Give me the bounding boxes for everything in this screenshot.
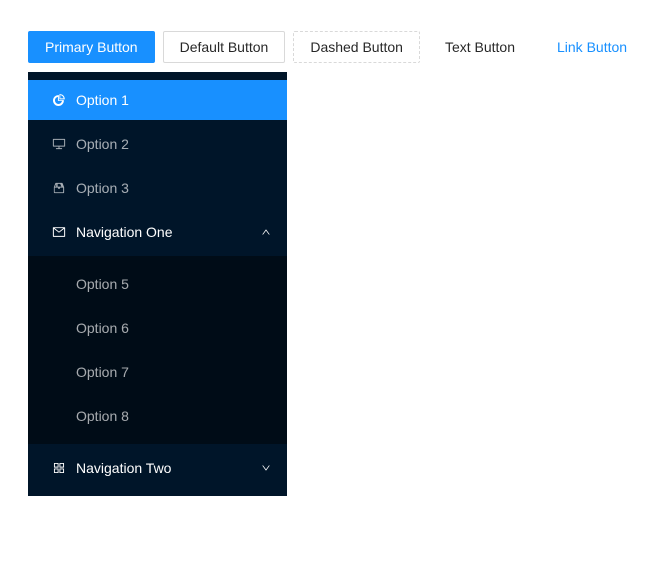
menu-item-label: Option 3 bbox=[76, 180, 129, 196]
pie-chart-icon bbox=[52, 93, 66, 107]
dashed-button[interactable]: Dashed Button bbox=[293, 31, 420, 63]
mail-icon bbox=[52, 225, 66, 239]
submenu-navigation-one[interactable]: Navigation One bbox=[28, 212, 287, 252]
appstore-icon bbox=[52, 461, 66, 475]
menu-item-option-8[interactable]: Option 8 bbox=[28, 396, 287, 436]
desktop-icon bbox=[52, 137, 66, 151]
text-button[interactable]: Text Button bbox=[428, 31, 532, 63]
menu-item-label: Option 8 bbox=[76, 408, 129, 424]
menu-item-option-2[interactable]: Option 2 bbox=[28, 124, 287, 164]
default-button[interactable]: Default Button bbox=[162, 31, 286, 63]
menu-item-option-5[interactable]: Option 5 bbox=[28, 264, 287, 304]
button-group: Primary Button Default Button Dashed But… bbox=[28, 31, 644, 63]
menu-item-label: Option 7 bbox=[76, 364, 129, 380]
link-button[interactable]: Link Button bbox=[540, 31, 644, 63]
menu-item-option-6[interactable]: Option 6 bbox=[28, 308, 287, 348]
sidebar-menu: Option 1 Option 2 Option 3 Navigation On… bbox=[28, 72, 287, 496]
chevron-up-icon[interactable] bbox=[261, 227, 271, 237]
menu-item-label: Option 6 bbox=[76, 320, 129, 336]
submenu-label: Navigation One bbox=[76, 224, 173, 240]
chevron-down-icon[interactable] bbox=[261, 463, 271, 473]
submenu-label: Navigation Two bbox=[76, 460, 172, 476]
primary-button[interactable]: Primary Button bbox=[28, 31, 155, 63]
menu-item-option-1[interactable]: Option 1 bbox=[28, 80, 287, 120]
submenu-panel-navigation-one: Option 5 Option 6 Option 7 Option 8 bbox=[28, 256, 287, 444]
inbox-icon bbox=[52, 181, 66, 195]
menu-item-option-3[interactable]: Option 3 bbox=[28, 168, 287, 208]
menu-item-label: Option 1 bbox=[76, 92, 129, 108]
menu-item-label: Option 5 bbox=[76, 276, 129, 292]
menu-item-label: Option 2 bbox=[76, 136, 129, 152]
menu-item-option-7[interactable]: Option 7 bbox=[28, 352, 287, 392]
submenu-navigation-two[interactable]: Navigation Two bbox=[28, 448, 287, 488]
